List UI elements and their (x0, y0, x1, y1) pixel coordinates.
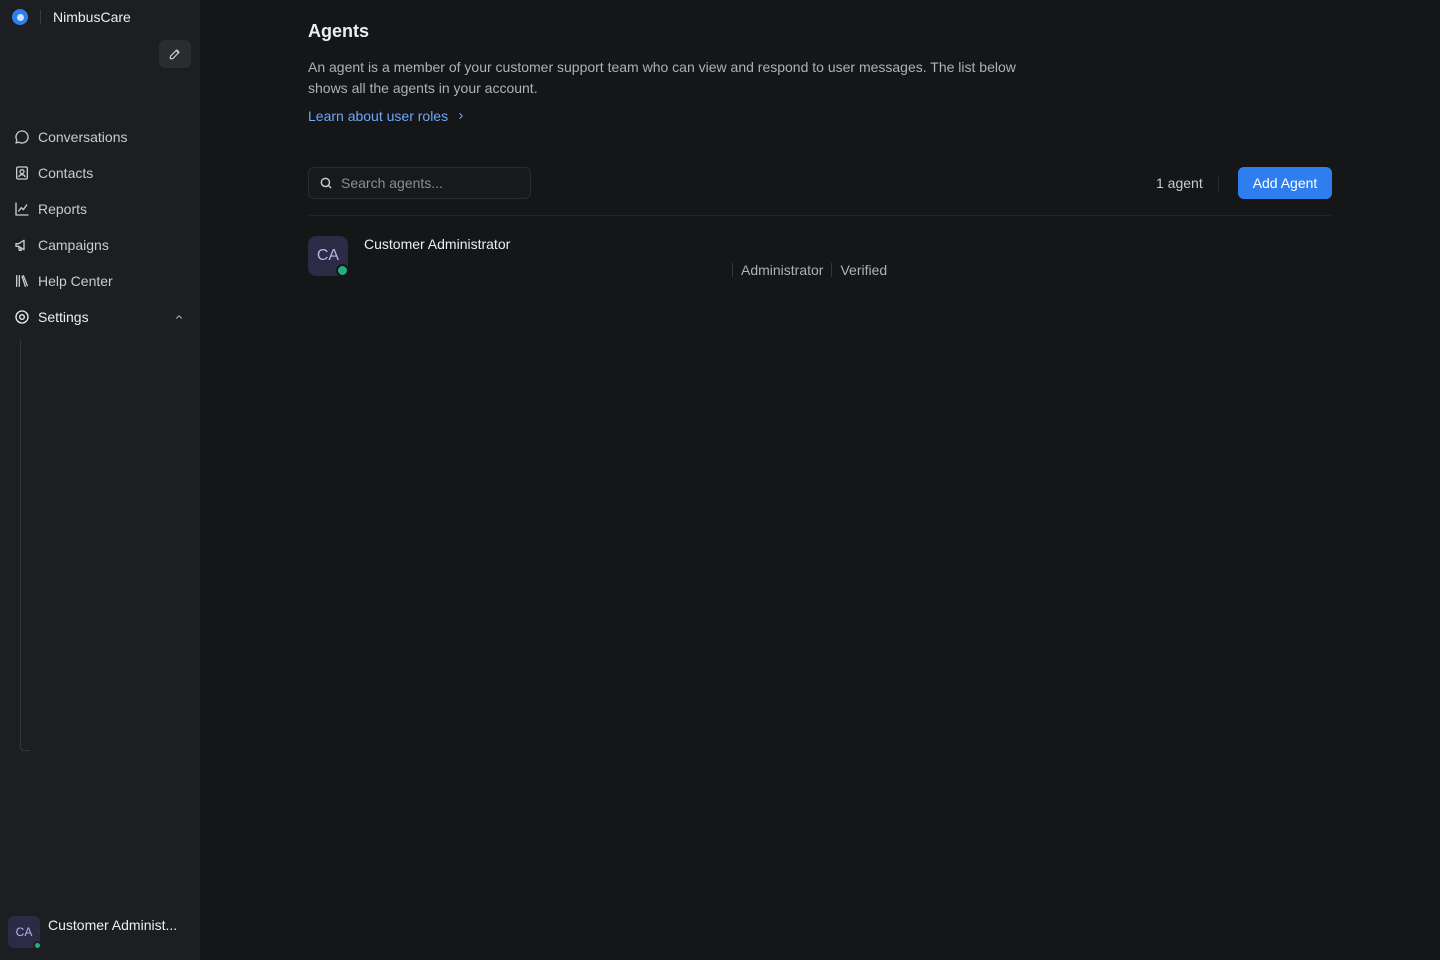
chat-bubble-icon (14, 129, 30, 145)
search-agents-input[interactable] (341, 175, 521, 191)
pencil-icon (169, 49, 180, 60)
sidebar: NimbusCare Conversations Contacts Report… (0, 0, 200, 960)
sidebar-item-label: Help Center (38, 273, 113, 289)
add-agent-button[interactable]: Add Agent (1238, 167, 1332, 199)
agent-avatar-initials: CA (316, 247, 340, 264)
sidebar-item-settings[interactable]: Settings (0, 299, 200, 335)
sidebar-item-contacts[interactable]: Contacts (0, 155, 200, 191)
search-icon (320, 177, 332, 189)
chevron-up-icon[interactable] (174, 312, 184, 322)
contact-card-icon (14, 165, 30, 181)
megaphone-icon (14, 237, 30, 253)
agent-count: 1 agent (1156, 175, 1203, 191)
sidebar-item-label: Contacts (38, 165, 94, 181)
chevron-right-icon (459, 112, 463, 120)
avatar-initials: CA (15, 925, 33, 939)
user-profile[interactable]: CA Customer Administ... (8, 916, 178, 950)
library-books-icon (14, 273, 30, 289)
online-status-dot (33, 941, 42, 950)
agent-role: Administrator (741, 262, 824, 278)
agent-meta: Administrator Verified (724, 262, 887, 278)
user-name: Customer Administ... (48, 917, 178, 933)
meta-divider (732, 263, 733, 277)
page-title: Agents (308, 21, 370, 41)
compose-button[interactable] (159, 40, 191, 68)
settings-submenu-tree (20, 340, 30, 751)
brand-logo-icon (12, 9, 28, 25)
app-root: NimbusCare Conversations Contacts Report… (0, 0, 1440, 960)
agent-row[interactable]: CA Customer Administrator Administrator … (308, 236, 1332, 284)
sidebar-item-label: Conversations (38, 129, 128, 145)
page-description: An agent is a member of your customer su… (308, 59, 1016, 96)
agent-name: Customer Administrator (364, 236, 511, 252)
toolbar-divider (1218, 177, 1219, 191)
gear-icon (14, 309, 30, 325)
sidebar-item-reports[interactable]: Reports (0, 191, 200, 227)
avatar: CA (8, 916, 42, 950)
sidebar-item-campaigns[interactable]: Campaigns (0, 227, 200, 263)
brand-name: NimbusCare (53, 9, 131, 25)
sidebar-item-help-center[interactable]: Help Center (0, 263, 200, 299)
agent-online-status-dot (336, 264, 349, 277)
sidebar-item-label: Settings (38, 309, 89, 325)
sidebar-item-label: Campaigns (38, 237, 109, 253)
meta-divider (831, 263, 833, 277)
sidebar-item-label: Reports (38, 201, 88, 217)
list-divider (308, 215, 1332, 216)
brand[interactable]: NimbusCare (12, 9, 131, 25)
search-agents-box[interactable] (308, 167, 531, 199)
brand-divider (40, 10, 41, 24)
sidebar-item-conversations[interactable]: Conversations (0, 119, 200, 155)
line-chart-icon (14, 201, 30, 217)
main-content: Agents An agent is a member of your cust… (200, 0, 1440, 960)
learn-about-user-roles-link[interactable]: Learn about user roles (308, 108, 466, 124)
learn-link-label: Learn about user roles (308, 108, 449, 124)
agent-verification-status: Verified (840, 262, 888, 278)
sidebar-nav: Conversations Contacts Reports Campaigns (0, 119, 200, 335)
